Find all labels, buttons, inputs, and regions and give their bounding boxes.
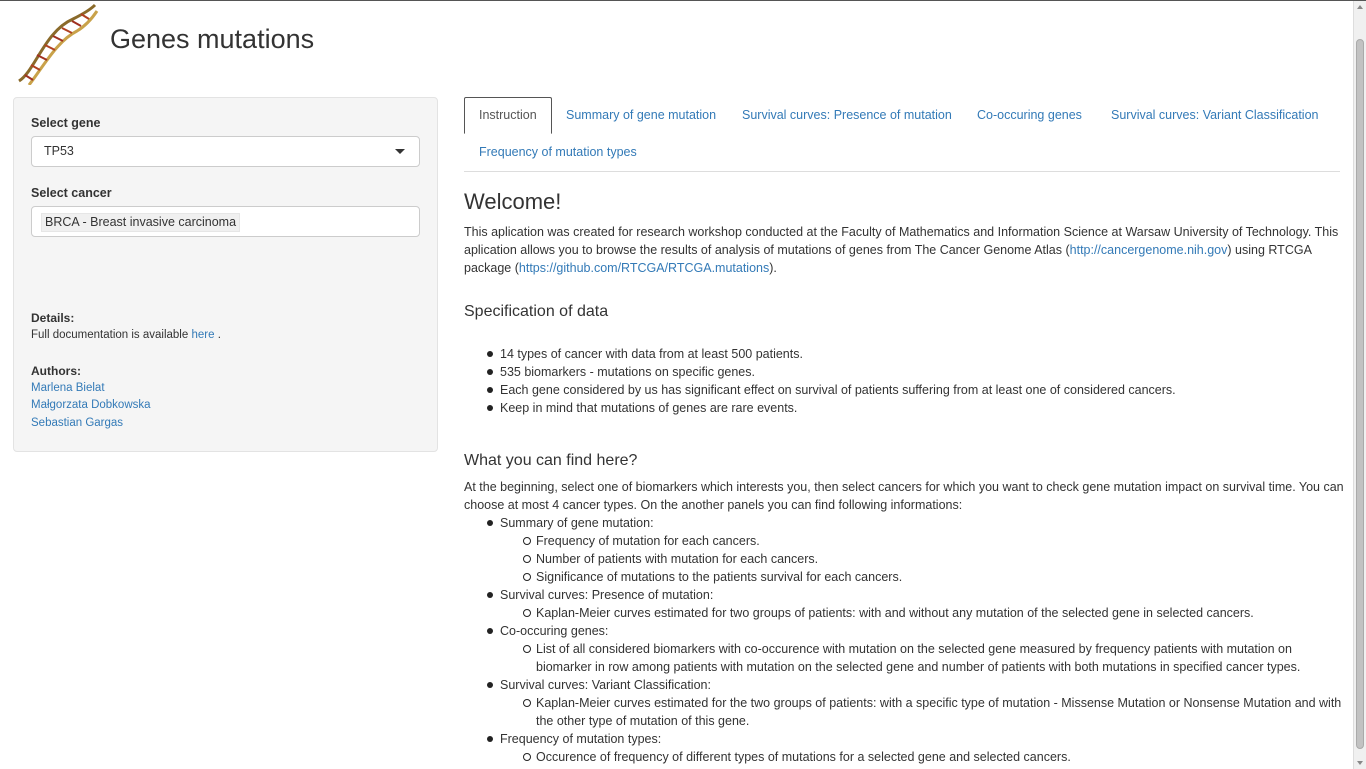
gene-select[interactable]: TP53: [31, 136, 420, 167]
list-item: Each gene considered by us has significa…: [464, 381, 1344, 399]
select-cancer-label: Select cancer: [31, 186, 112, 200]
authors-heading: Authors:: [31, 363, 81, 378]
list-item: Keep in mind that mutations of genes are…: [464, 399, 1344, 417]
tab-instruction[interactable]: Instruction: [464, 97, 552, 134]
dna-logo-icon: [18, 3, 99, 85]
scroll-down-arrow-icon[interactable]: [1357, 761, 1363, 765]
list-item: Occurence of frequency of different type…: [464, 748, 1344, 766]
authors-list: Marlena Bielat Małgorzata Dobkowska Seba…: [31, 380, 221, 433]
tab-survival-presence[interactable]: Survival curves: Presence of mutation: [728, 97, 966, 134]
intro-paragraph: This aplication was created for research…: [464, 223, 1340, 277]
scroll-up-arrow-icon[interactable]: [1357, 5, 1363, 9]
select-gene-label: Select gene: [31, 116, 101, 130]
welcome-heading: Welcome!: [464, 189, 562, 214]
list-item: Frequency of mutation types:: [464, 730, 1344, 748]
list-item: 14 types of cancer with data from at lea…: [464, 345, 1344, 363]
list-item: Frequency of mutation for each cancers.: [464, 532, 1344, 550]
sidebar-panel: Select gene TP53 Select cancer BRCA - Br…: [13, 97, 438, 452]
tab-co-occuring-genes[interactable]: Co-occuring genes: [963, 97, 1096, 134]
find-intro-paragraph: At the beginning, select one of biomarke…: [464, 480, 1344, 512]
list-item: 535 biomarkers - mutations on specific g…: [464, 363, 1344, 381]
tab-divider: [464, 171, 1340, 172]
what-you-can-find-heading: What you can find here?: [464, 452, 638, 469]
specification-heading: Specification of data: [464, 303, 609, 320]
list-item: Summary of gene mutation:: [464, 514, 1344, 532]
details-text-end: .: [217, 329, 221, 341]
list-item: Kaplan-Meier curves estimated for the tw…: [464, 694, 1344, 730]
list-item: Co-occuring genes:: [464, 622, 1344, 640]
author-link[interactable]: Sebastian Gargas: [31, 417, 123, 429]
author-link[interactable]: Marlena Bielat: [31, 382, 105, 394]
list-item: Survival curves: Variant Classification:: [464, 676, 1344, 694]
chevron-down-icon[interactable]: [395, 149, 405, 154]
documentation-link[interactable]: here: [191, 329, 214, 341]
cancer-tag[interactable]: BRCA - Breast invasive carcinoma: [41, 213, 241, 232]
rtcga-link[interactable]: https://github.com/RTCGA/RTCGA.mutations: [519, 261, 769, 275]
page-title: Genes mutations: [110, 24, 315, 54]
details-text-body: Full documentation is available: [31, 329, 189, 341]
details-text: Full documentation is available here .: [31, 327, 221, 345]
author-link[interactable]: Małgorzata Dobkowska: [31, 399, 151, 411]
cancer-select[interactable]: BRCA - Breast invasive carcinoma: [31, 206, 420, 237]
specification-list: 14 types of cancer with data from at lea…: [464, 345, 1344, 417]
details-heading: Details:: [31, 311, 75, 325]
list-item: Kaplan-Meier curves estimated for two gr…: [464, 604, 1344, 622]
tab-survival-variant[interactable]: Survival curves: Variant Classification: [1097, 97, 1332, 134]
intro-text-3: ).: [769, 261, 777, 275]
scrollbar-thumb[interactable]: [1356, 39, 1364, 749]
tab-frequency-of-mutation-types[interactable]: Frequency of mutation types: [465, 134, 651, 171]
list-item: Survival curves: Presence of mutation:: [464, 586, 1344, 604]
gene-select-value: TP53: [44, 144, 74, 158]
tab-summary-of-gene-mutation[interactable]: Summary of gene mutation: [552, 97, 730, 134]
list-item: Number of patients with mutation for eac…: [464, 550, 1344, 568]
cancergenome-link[interactable]: http://cancergenome.nih.gov: [1070, 243, 1228, 257]
features-list: Summary of gene mutation: Frequency of m…: [464, 514, 1344, 766]
instruction-panel: Welcome! This aplication was created for…: [464, 189, 1344, 766]
list-item: List of all considered biomarkers with c…: [464, 640, 1344, 676]
vertical-scrollbar[interactable]: [1353, 1, 1366, 769]
list-item: Significance of mutations to the patient…: [464, 568, 1344, 586]
